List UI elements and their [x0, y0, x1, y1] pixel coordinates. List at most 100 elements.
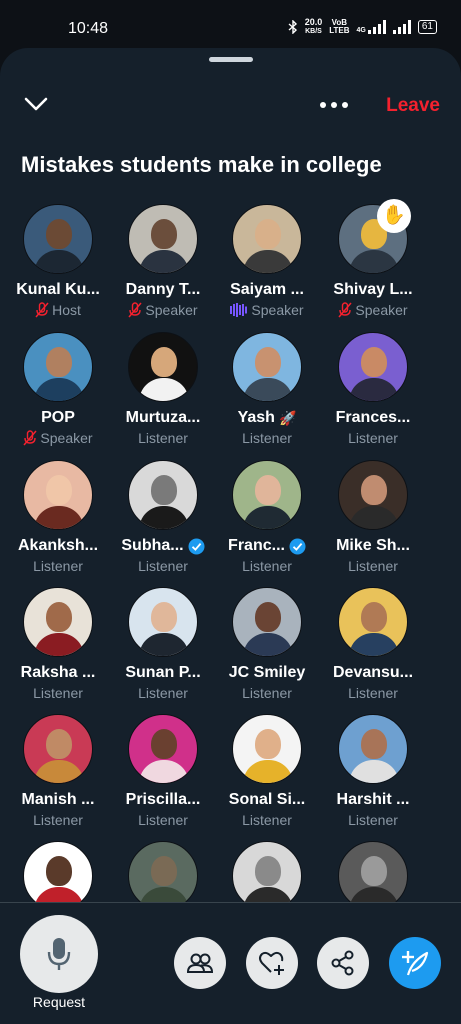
avatar[interactable] [23, 204, 93, 274]
mic-muted-icon [128, 302, 142, 318]
participant-card[interactable]: Frances... Listener [323, 332, 423, 446]
space-sheet: Leave Mistakes students make in college … [0, 48, 461, 1024]
participant-name-text: Shivay L... [333, 281, 413, 298]
avatar[interactable] [338, 714, 408, 784]
participant-card[interactable]: ✋ Shivay L... Speaker [323, 199, 423, 318]
avatar[interactable] [23, 587, 93, 657]
participant-card[interactable] [8, 841, 108, 911]
participant-card[interactable]: Priscilla... Listener [113, 714, 213, 828]
avatar[interactable] [232, 204, 302, 274]
participant-card[interactable]: Sonal Si... Listener [217, 714, 317, 828]
avatar[interactable] [232, 841, 302, 911]
avatar[interactable] [232, 332, 302, 402]
leave-button[interactable]: Leave [386, 95, 440, 117]
participant-card[interactable]: Franc... Listener [217, 460, 317, 574]
verified-badge-icon [188, 538, 205, 554]
participant-role-text: Listener [138, 558, 188, 574]
avatar[interactable] [128, 714, 198, 784]
participant-card[interactable] [323, 841, 423, 911]
participant-card[interactable]: Raksha ... Listener [8, 587, 108, 701]
share-button[interactable] [317, 937, 369, 989]
avatar[interactable] [338, 332, 408, 402]
avatar[interactable] [338, 841, 408, 911]
mic-muted-icon [338, 302, 352, 318]
people-button[interactable] [174, 937, 226, 989]
participant-card[interactable]: Sunan P... Listener [113, 587, 213, 701]
signal-icon-2 [392, 20, 411, 34]
participant-card[interactable]: JC Smiley Listener [217, 587, 317, 701]
avatar[interactable] [23, 841, 93, 911]
avatar[interactable] [338, 460, 408, 530]
participant-card[interactable]: Murtuza... Listener [113, 332, 213, 446]
participant-name-text: Manish ... [21, 791, 95, 808]
participant-role: Listener [217, 685, 317, 701]
rocket-emoji-icon: 🚀 [278, 409, 297, 426]
participant-role-text: Speaker [251, 302, 304, 318]
avatar[interactable] [232, 587, 302, 657]
participant-name: Murtuza... [113, 409, 213, 427]
participant-card[interactable]: Devansu... Listener [323, 587, 423, 701]
participant-card[interactable] [113, 841, 213, 911]
avatar[interactable] [128, 204, 198, 274]
participant-card[interactable]: Harshit ... Listener [323, 714, 423, 828]
participant-name: Frances... [323, 409, 423, 427]
react-button[interactable] [246, 937, 298, 989]
avatar[interactable] [23, 714, 93, 784]
avatar[interactable] [128, 587, 198, 657]
avatar[interactable] [232, 460, 302, 530]
participant-name: Sonal Si... [217, 791, 317, 809]
participant-name-text: Sonal Si... [228, 791, 306, 808]
request-button[interactable] [20, 915, 98, 993]
participant-role-text: Listener [242, 685, 292, 701]
network-speed: 20.0 KB/S [305, 18, 323, 36]
avatar[interactable] [128, 332, 198, 402]
avatar[interactable] [232, 714, 302, 784]
participant-name-text: Subha... [121, 537, 184, 554]
participant-name-text: Akanksh... [17, 537, 99, 554]
avatar[interactable] [23, 332, 93, 402]
participant-card[interactable]: Akanksh... Listener [8, 460, 108, 574]
participant-role-text: Listener [33, 558, 83, 574]
status-bar: 10:48 20.0 KB/S VoB LTEB 4G 61 [0, 0, 461, 50]
participant-card[interactable]: Danny T... Speaker [113, 204, 213, 318]
avatar[interactable] [128, 841, 198, 911]
participant-role: Listener [8, 812, 108, 828]
participant-name: POP [8, 409, 108, 427]
participant-name-text: Devansu... [332, 664, 414, 681]
participant-role-text: Listener [348, 685, 398, 701]
participant-card[interactable]: Mike Sh... Listener [323, 460, 423, 574]
chevron-down-icon[interactable] [24, 94, 48, 114]
avatar[interactable] [338, 587, 408, 657]
participant-role-text: Listener [242, 558, 292, 574]
participant-role-text: Listener [348, 430, 398, 446]
participant-card[interactable]: Subha... Listener [113, 460, 213, 574]
participant-card[interactable]: Yash 🚀 Listener [217, 332, 317, 446]
participant-name-text: Frances... [335, 409, 411, 426]
verified-badge-icon [289, 538, 306, 554]
drag-handle[interactable] [209, 57, 253, 62]
participant-card[interactable]: Kunal Ku... Host [8, 204, 108, 318]
mic-muted-icon [23, 430, 37, 446]
avatar[interactable] [23, 460, 93, 530]
participant-name: Akanksh... [8, 537, 108, 555]
volte-indicator: VoB LTEB [329, 19, 349, 35]
participant-name-text: Saiyam ... [230, 281, 304, 298]
participant-card[interactable]: Manish ... Listener [8, 714, 108, 828]
avatar[interactable] [128, 460, 198, 530]
participant-card[interactable]: Saiyam ... Speaker [217, 204, 317, 318]
participant-role-text: Speaker [40, 430, 93, 446]
participant-role-text: Listener [242, 430, 292, 446]
participant-name-text: Kunal Ku... [16, 281, 100, 298]
compose-button[interactable] [389, 937, 441, 989]
participant-role-text: Host [52, 302, 81, 318]
participant-card[interactable]: POP Speaker [8, 332, 108, 446]
participant-card[interactable] [217, 841, 317, 911]
participant-role: Speaker [217, 302, 317, 318]
microphone-icon [47, 938, 71, 970]
participant-role-text: Listener [33, 685, 83, 701]
participant-role-text: Speaker [355, 302, 408, 318]
participant-name: Saiyam ... [217, 281, 317, 299]
participant-role: Listener [323, 685, 423, 701]
avatar[interactable]: ✋ [338, 199, 411, 274]
more-icon[interactable] [320, 102, 348, 108]
